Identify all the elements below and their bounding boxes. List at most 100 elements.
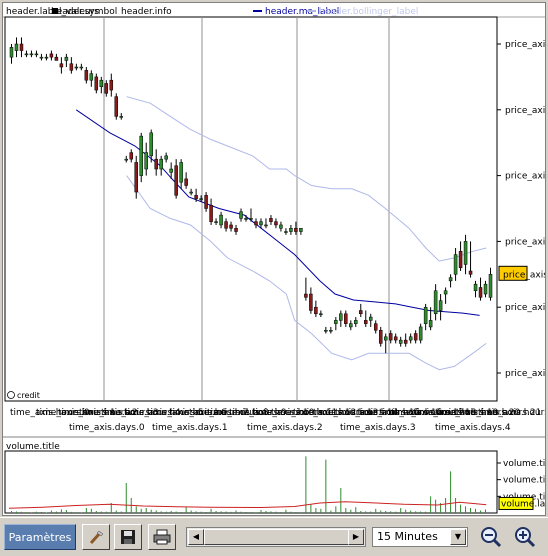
price-tick-label: price_axis.ticks.4 <box>505 303 546 313</box>
scroll-thumb[interactable] <box>204 529 349 545</box>
candle-body <box>438 300 443 311</box>
interval-value: 15 Minutes <box>377 530 438 543</box>
candle-body <box>109 79 114 91</box>
candle-body <box>383 336 388 341</box>
candle-body <box>254 221 258 226</box>
last-price-value: price_axis.last_price <box>503 270 546 280</box>
candle-body <box>284 231 288 233</box>
candle-body <box>149 132 153 157</box>
day-tick-label: time_axis.days.0 <box>69 423 145 433</box>
zoom-in-icon <box>515 527 536 548</box>
candle-body <box>29 53 34 56</box>
candle-body <box>69 63 74 71</box>
candle-body <box>354 320 358 324</box>
bollinger-legend-label: header.bollinger_label <box>319 7 418 17</box>
candle-body <box>388 333 393 341</box>
zoom-in-button[interactable] <box>512 524 538 550</box>
candle-body <box>433 290 438 315</box>
day-tick-label: time_axis.days.3 <box>340 423 416 433</box>
scroll-left-arrow-icon[interactable]: ◀ <box>188 529 204 545</box>
candle-body <box>199 198 203 200</box>
candle-body <box>249 218 253 220</box>
candle-body <box>34 53 39 56</box>
day-tick-label: time_axis.days.2 <box>247 423 323 433</box>
candle-body <box>443 290 448 295</box>
hour-tick-label: time_axis.hours.22 <box>478 408 546 418</box>
symbol-name: header.symbol <box>51 7 117 17</box>
candle-body <box>349 323 353 328</box>
candle-body <box>373 323 378 331</box>
interval-select[interactable]: 15 Minutes ▼ <box>372 527 468 547</box>
parameters-button[interactable]: Paramètres <box>4 524 76 550</box>
candle-body <box>483 283 488 295</box>
candle-body <box>398 339 403 344</box>
candle-body <box>294 227 298 232</box>
print-button[interactable] <box>148 524 176 550</box>
candle-body <box>344 313 348 324</box>
candle-body <box>428 320 433 328</box>
brush-button[interactable] <box>82 524 110 550</box>
price-tick-label: price_axis.ticks.2 <box>505 172 546 182</box>
candle-body <box>304 293 308 298</box>
candle-body <box>194 195 198 199</box>
zoom-out-button[interactable] <box>478 524 504 550</box>
toolbar: Paramètres ◀ ▶ 15 Minutes ▼ <box>0 517 548 556</box>
last-volume-value: volume.last <box>501 499 546 509</box>
candle-body <box>359 310 363 315</box>
candle-body <box>334 320 338 324</box>
candle-body <box>448 277 453 282</box>
candle-body <box>119 116 124 118</box>
candle-body <box>468 270 473 275</box>
time-scrollbar[interactable]: ◀ ▶ <box>186 527 366 547</box>
brush-icon <box>89 530 104 545</box>
price-tick-label: price_axis.ticks.5 <box>505 369 546 379</box>
candle-body <box>154 158 158 170</box>
candle-body <box>224 221 228 229</box>
candle-body <box>79 66 84 69</box>
candle-body <box>159 158 163 170</box>
candle-body <box>423 306 428 324</box>
candle-body <box>369 316 373 321</box>
printer-icon <box>153 529 171 545</box>
candle-body <box>179 162 183 183</box>
chart-panel: header.label_valeursheader.symbolheader.… <box>2 2 546 516</box>
candle-body <box>408 336 413 341</box>
candle-body <box>463 241 468 265</box>
candle-body <box>54 56 59 61</box>
candle-body <box>319 313 323 316</box>
candle-body <box>169 168 173 173</box>
candle-body <box>478 287 483 298</box>
candle-body <box>74 66 79 69</box>
candle-body <box>413 333 418 341</box>
volume-tick-label: volume.ticks.0 <box>503 459 546 469</box>
candle-body <box>129 152 133 160</box>
candle-body <box>189 191 193 194</box>
candle-body <box>378 329 383 344</box>
credit-text: credit <box>17 391 40 400</box>
candle-body <box>488 274 493 298</box>
candle-body <box>24 53 29 56</box>
candle-body <box>139 135 143 176</box>
symbol-swatch <box>52 8 58 14</box>
candle-body <box>99 79 104 88</box>
candle-body <box>14 43 19 51</box>
candle-body <box>309 293 313 311</box>
candle-body <box>339 313 343 321</box>
candle-body <box>229 224 233 229</box>
candle-body <box>174 165 178 196</box>
save-button[interactable] <box>114 524 142 550</box>
scroll-right-arrow-icon[interactable]: ▶ <box>348 529 364 545</box>
candle-body <box>289 227 293 232</box>
candle-body <box>329 329 333 332</box>
candle-body <box>264 224 268 227</box>
chevron-down-icon[interactable]: ▼ <box>450 529 466 545</box>
candle-body <box>204 195 208 209</box>
candle-body <box>274 221 278 226</box>
candle-body <box>279 224 283 229</box>
zoom-out-icon <box>481 527 502 548</box>
candle-body <box>418 326 423 341</box>
candle-body <box>269 218 273 222</box>
candle-body <box>59 63 64 68</box>
candle-body <box>458 251 463 268</box>
candle-body <box>234 227 238 232</box>
